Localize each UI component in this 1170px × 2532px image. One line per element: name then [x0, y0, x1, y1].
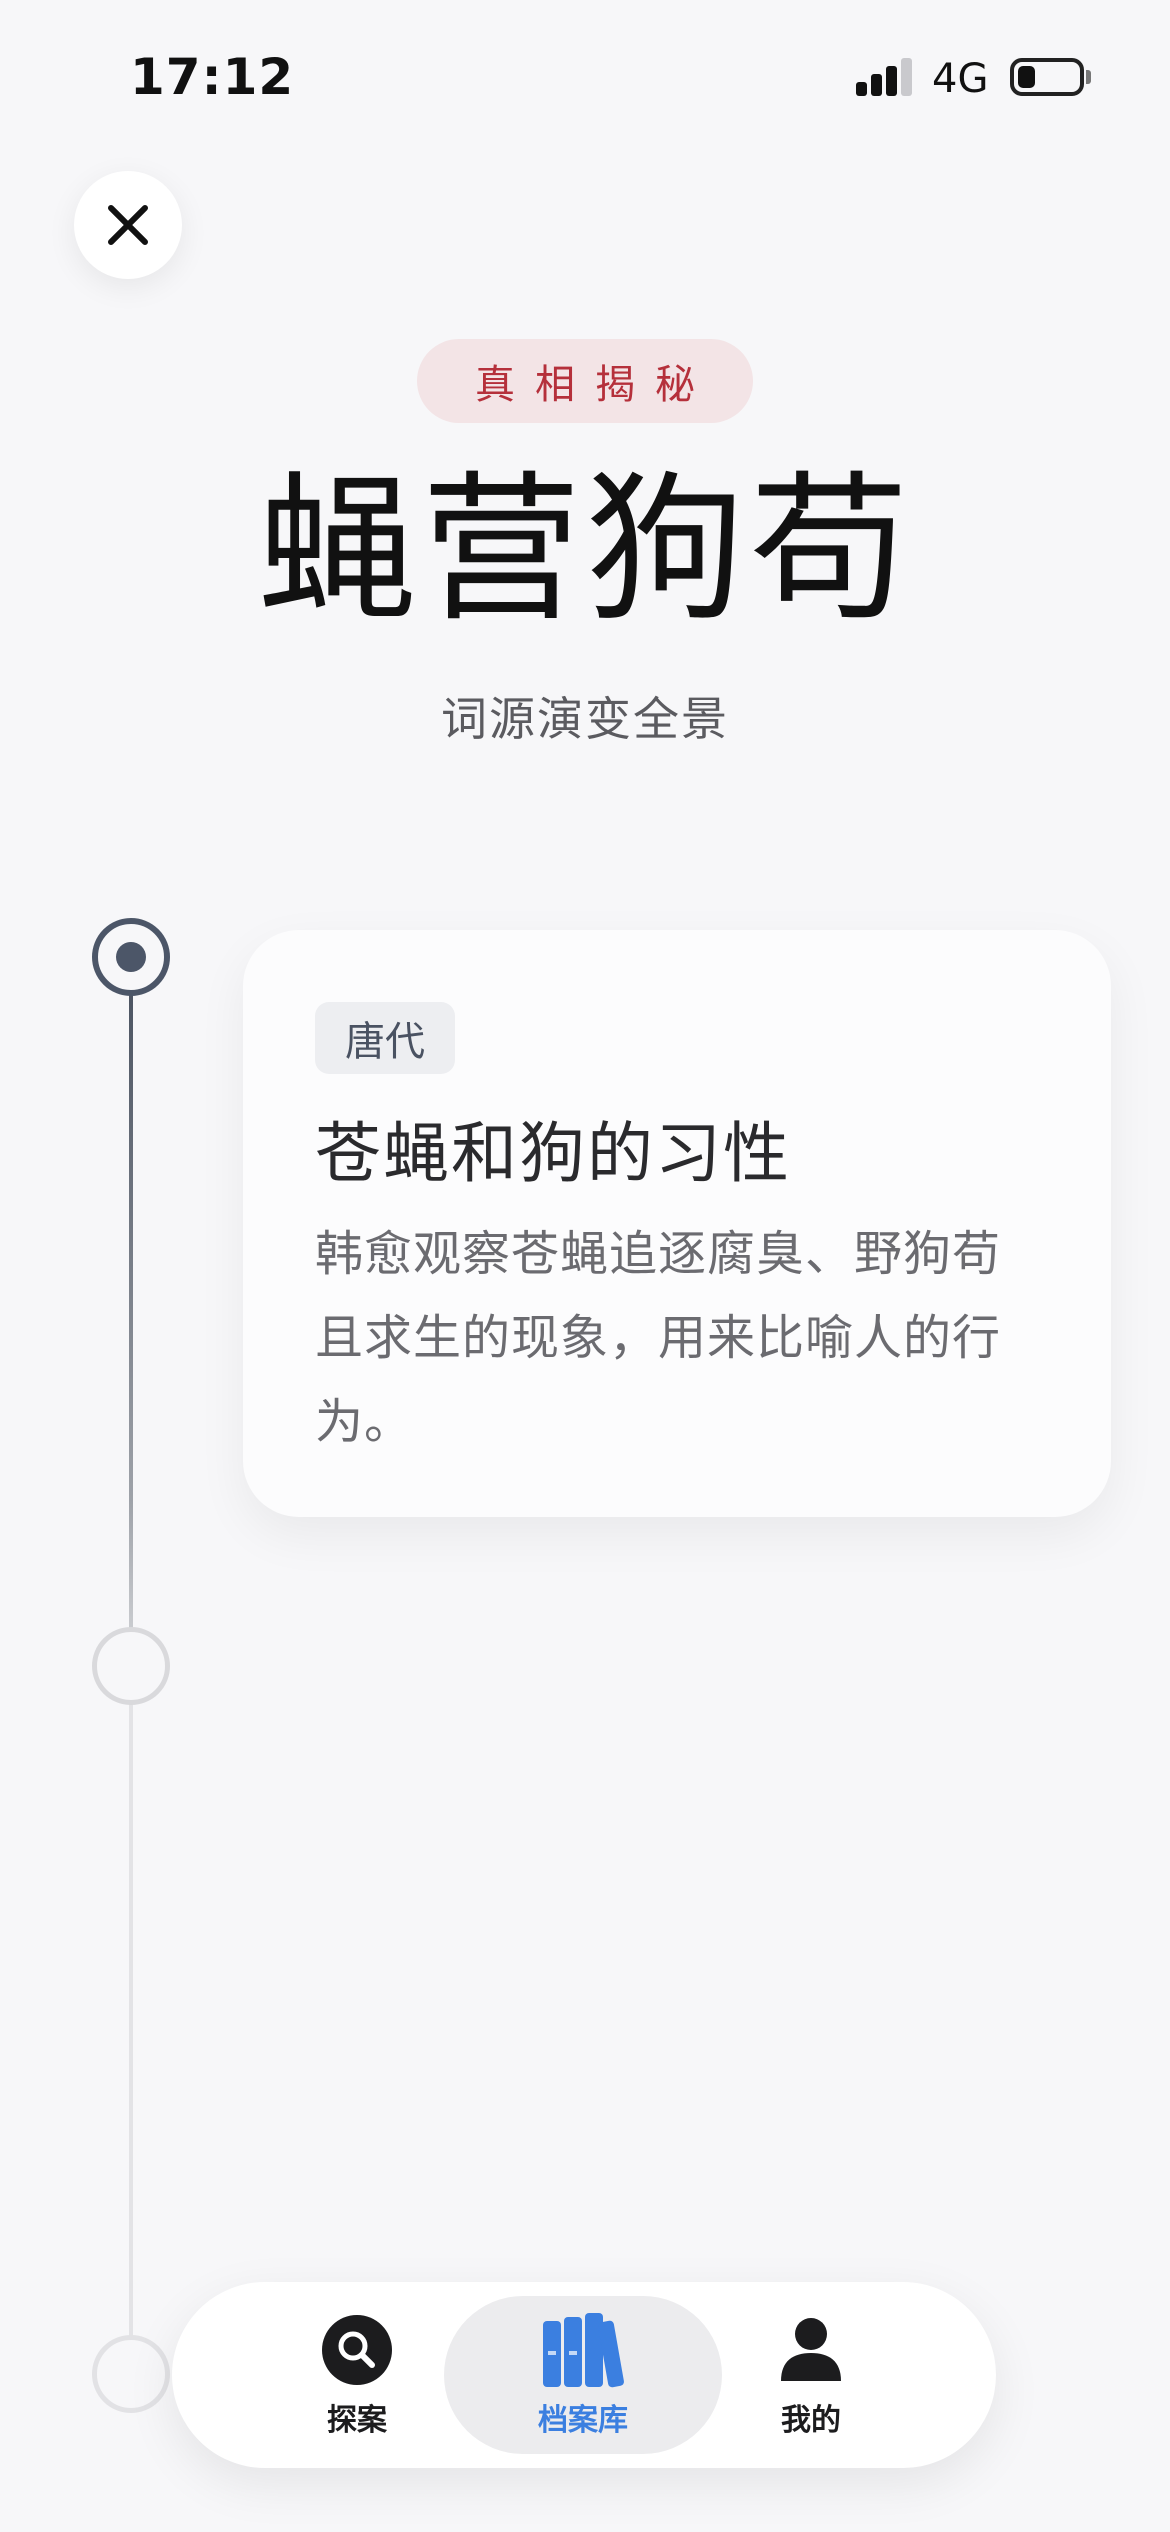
tab-label: 探案 — [327, 2403, 387, 2438]
tab-label: 档案库 — [538, 2403, 628, 2438]
timeline-node[interactable] — [92, 1627, 170, 1705]
tab-label: 我的 — [781, 2403, 841, 2438]
battery-cap — [1086, 70, 1091, 84]
close-button[interactable] — [74, 171, 182, 279]
status-bar: 17:12 4G — [0, 0, 1170, 150]
battery-level — [1018, 66, 1035, 88]
close-icon — [108, 205, 148, 245]
network-type: 4G — [932, 56, 989, 102]
timeline-line-active — [129, 988, 133, 1628]
screen: 17:12 4G 真相揭秘 蝇营狗苟 词源演变全景 唐代 苍蝇和狗的习性 韩愈观… — [0, 0, 1170, 2532]
event-description: 韩愈观察苍蝇追逐腐臭、野狗苟且求生的现象，用来比喻人的行为。 — [315, 1226, 1002, 1450]
status-time: 17:12 — [130, 48, 295, 106]
timeline-line-idle — [129, 1700, 133, 2340]
event-title: 苍蝇和狗的习性 — [315, 1115, 791, 1192]
tab-bar: 探案 档案库 我的 — [172, 2282, 996, 2468]
signal-icon — [856, 58, 912, 96]
timeline-node-active[interactable] — [92, 918, 170, 996]
timeline-event-card[interactable]: 唐代 苍蝇和狗的习性 韩愈观察苍蝇追逐腐臭、野狗苟且求生的现象，用来比喻人的行为… — [243, 930, 1111, 1517]
library-books-icon — [543, 2313, 624, 2388]
search-icon — [322, 2315, 392, 2385]
battery-icon — [1010, 58, 1084, 96]
timeline-node-dot — [116, 942, 146, 972]
timeline-node[interactable] — [92, 2335, 170, 2413]
reveal-badge: 真相揭秘 — [417, 339, 753, 423]
tab-profile[interactable]: 我的 — [672, 2296, 950, 2454]
era-tag: 唐代 — [315, 1002, 455, 1074]
page-title: 蝇营狗苟 — [256, 456, 913, 643]
page-subtitle: 词源演变全景 — [441, 692, 729, 746]
person-icon — [781, 2318, 841, 2381]
